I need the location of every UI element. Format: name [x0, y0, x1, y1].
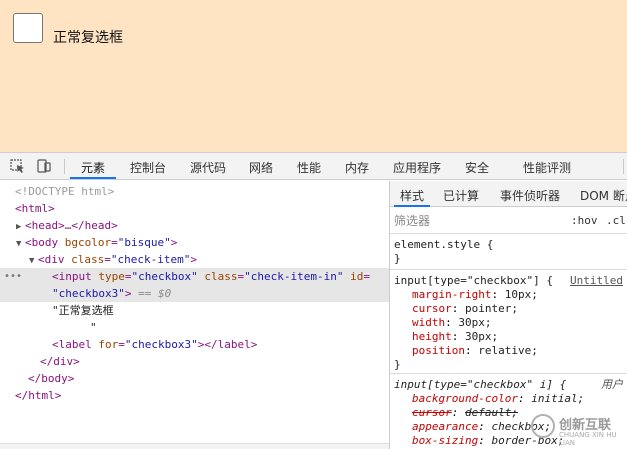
device-toolbar-icon[interactable] [35, 158, 53, 174]
head-tag: <head>…</head> [25, 219, 118, 232]
watermark-logo-icon [531, 414, 555, 438]
cls-toggle-button[interactable]: .cls [606, 214, 627, 227]
tree-html[interactable]: <html> [0, 200, 389, 217]
styles-pane: 样式 已计算 事件侦听器 DOM 断点 :hov .cls element.st… [390, 181, 627, 449]
tab-sources[interactable]: 源代码 [190, 159, 226, 176]
tab-memory[interactable]: 内存 [345, 159, 369, 176]
body-close-tag: </body> [28, 372, 75, 385]
style-declaration[interactable]: margin-right: 10px; [394, 288, 623, 302]
text-node-end: " [90, 321, 97, 334]
hov-toggle-button[interactable]: :hov [571, 214, 598, 227]
tab-network[interactable]: 网络 [249, 159, 273, 176]
label-attr-value: "checkbox3" [124, 338, 198, 351]
tree-input-selected-cont[interactable]: "checkbox3"> == $0 [0, 285, 389, 302]
body-attr-name: bgcolor [64, 236, 112, 249]
style-declaration[interactable]: width: 30px; [394, 316, 623, 330]
tree-doctype[interactable]: <!DOCTYPE html> [0, 183, 389, 200]
rule-close-brace: } [394, 358, 401, 371]
style-declaration[interactable]: background-color: initial; [394, 392, 623, 406]
inspect-element-icon[interactable] [9, 158, 27, 174]
tab-lighthouse[interactable]: 性能评测 [523, 159, 571, 176]
input-class-value: "check-item-in" [244, 270, 344, 283]
style-declaration[interactable]: height: 30px; [394, 330, 623, 344]
tree-div-close[interactable]: </div> [0, 353, 389, 370]
elements-tree: <!DOCTYPE html> <html> ▶ <head>…</head> ▼… [0, 181, 389, 449]
tree-body[interactable]: ▼ <body bgcolor="bisque"> [0, 234, 389, 251]
watermark-subtitle: CHUANG XIN HU LIAN [559, 431, 617, 447]
rule-source-label: 用户 [601, 378, 623, 391]
tab-computed[interactable]: 已计算 [443, 187, 479, 204]
tree-label[interactable]: <label for="checkbox3"></label> [0, 336, 389, 353]
div-close-tag: </div> [40, 355, 80, 368]
input-close: > [124, 287, 132, 300]
toolbar-separator-right [623, 159, 624, 174]
tree-head[interactable]: ▶ <head>…</head> [0, 217, 389, 234]
tab-dom-breakpoints[interactable]: DOM 断点 [580, 187, 627, 204]
checkbox-label: 正常复选框 [53, 30, 123, 46]
rule-input-checkbox[interactable]: input[type="checkbox"] { Untitled margin… [390, 271, 627, 374]
tree-text-node-end[interactable]: " [0, 319, 389, 336]
styles-tabbar: 样式 已计算 事件侦听器 DOM 断点 [390, 181, 627, 207]
rule-source-link[interactable]: Untitled [570, 274, 623, 288]
rule-selector: element.style { [394, 238, 494, 251]
tab-styles[interactable]: 样式 [400, 187, 424, 204]
active-tab-indicator [70, 177, 116, 179]
rule-close-brace: } [394, 252, 401, 265]
rule-element-style[interactable]: element.style { } [390, 235, 627, 270]
html-close-tag: </html> [15, 389, 62, 402]
body-tag: <body [25, 236, 59, 249]
devtools-panel: 元素 控制台 源代码 网络 性能 内存 应用程序 安全 性能评测 <!DOCTY… [0, 152, 627, 449]
tree-html-close[interactable]: </html> [0, 387, 389, 404]
tab-elements[interactable]: 元素 [81, 159, 105, 176]
styles-filter-bar: :hov .cls [390, 208, 627, 234]
watermark: 创新互联 CHUANG XIN HU LIAN [531, 412, 627, 447]
more-options-icon[interactable]: ••• [4, 268, 22, 285]
breadcrumb-bar [0, 443, 389, 449]
tab-performance[interactable]: 性能 [297, 159, 321, 176]
div-attr-name: class [71, 253, 105, 266]
label-close: ></label> [197, 338, 258, 351]
tab-security[interactable]: 安全 [465, 159, 489, 176]
tab-event-listeners[interactable]: 事件侦听器 [500, 187, 560, 204]
label-attr-name: for [98, 338, 119, 351]
normal-checkbox[interactable] [13, 13, 43, 43]
tree-div[interactable]: ▼ <div class="check-item"> [0, 251, 389, 268]
input-id-value: "checkbox3" [52, 287, 125, 300]
html-open-tag: <html> [15, 202, 55, 215]
input-type-value: "checkbox" [131, 270, 198, 283]
devtools-toolbar: 元素 控制台 源代码 网络 性能 内存 应用程序 安全 性能评测 [0, 153, 627, 180]
input-id-attr: id [350, 270, 364, 283]
toolbar-separator [64, 159, 65, 174]
active-styles-tab-indicator [394, 205, 430, 207]
input-class-attr: class [204, 270, 238, 283]
div-attr-value: "check-item" [110, 253, 191, 266]
doctype-text: <!DOCTYPE html> [15, 185, 115, 198]
div-tag: <div [38, 253, 65, 266]
tree-input-selected[interactable]: ••• <input type="checkbox" class="check-… [0, 268, 389, 285]
input-tag: <input [52, 270, 92, 283]
selected-node-marker: == $0 [138, 287, 172, 300]
text-node: "正常复选框 [52, 304, 114, 317]
label-tag: <label [52, 338, 92, 351]
rule-selector: input[type="checkbox" i] { [394, 378, 567, 391]
style-declaration[interactable]: position: relative; [394, 344, 623, 358]
page-preview: 正常复选框 [0, 0, 627, 152]
input-type-attr: type [98, 270, 125, 283]
tree-text-node[interactable]: "正常复选框 [0, 302, 389, 319]
styles-filter-input[interactable] [394, 212, 544, 230]
tab-console[interactable]: 控制台 [130, 159, 166, 176]
tab-application[interactable]: 应用程序 [393, 159, 441, 176]
style-declaration[interactable]: cursor: pointer; [394, 302, 623, 316]
body-attr-value: "bisque" [117, 236, 171, 249]
tree-body-close[interactable]: </body> [0, 370, 389, 387]
